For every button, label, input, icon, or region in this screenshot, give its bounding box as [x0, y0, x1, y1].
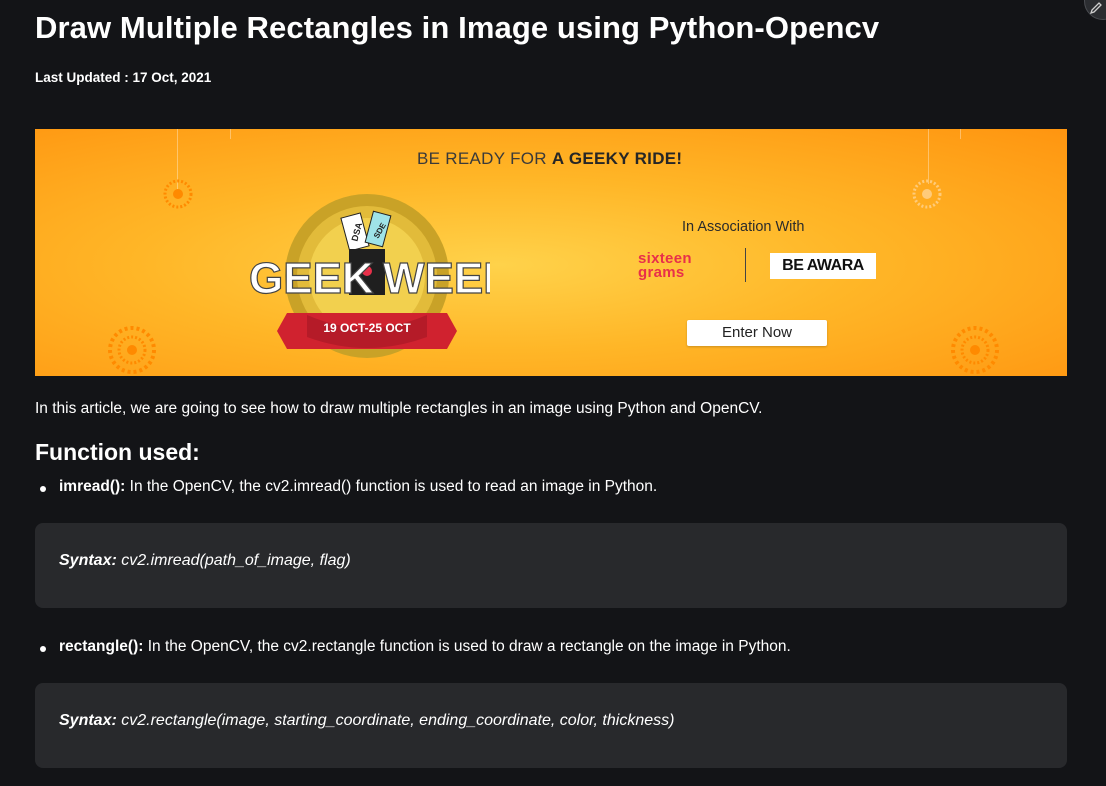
logo-week: WEEK — [383, 254, 490, 303]
flower-decoration-icon — [951, 326, 999, 374]
flower-decoration-icon — [108, 326, 156, 374]
geek-week-banner[interactable]: BE READY FOR A GEEKY RIDE! DSA SDE GEEK … — [35, 129, 1067, 376]
flower-decoration-icon — [163, 179, 193, 209]
edit-button[interactable] — [1084, 0, 1106, 20]
list-item: imread(): In the OpenCV, the cv2.imread(… — [39, 478, 658, 495]
association-text: In Association With — [682, 219, 805, 235]
syntax-line: Syntax: cv2.rectangle(image, starting_co… — [59, 712, 675, 729]
pencil-edit-icon — [1089, 2, 1102, 15]
code-block: Syntax: cv2.imread(path_of_image, flag) — [35, 523, 1067, 608]
syntax-line: Syntax: cv2.imread(path_of_image, flag) — [59, 552, 351, 569]
sponsor-sixteen-grams: sixteen grams — [638, 250, 692, 281]
flower-decoration-icon — [912, 179, 942, 209]
function-name: imread(): — [59, 478, 126, 495]
banner-headline: BE READY FOR A GEEKY RIDE! — [417, 149, 683, 168]
geek-week-logo: DSA SDE GEEK WEEK 19 OCT-25 OCT — [248, 194, 490, 358]
list-item: rectangle(): In the OpenCV, the cv2.rect… — [40, 638, 791, 655]
last-updated: Last Updated : 17 Oct, 2021 — [35, 70, 212, 85]
event-dates: 19 OCT-25 OCT — [323, 321, 411, 335]
intro-paragraph: In this article, we are going to see how… — [35, 400, 763, 417]
sponsor-be-awara: BE AWARA — [770, 253, 876, 279]
article-title: Draw Multiple Rectangles in Image using … — [35, 10, 880, 45]
code-block: Syntax: cv2.rectangle(image, starting_co… — [35, 683, 1067, 768]
enter-now-button[interactable]: Enter Now — [687, 320, 827, 346]
logo-geek: GEEK — [249, 254, 374, 303]
function-name: rectangle(): — [59, 638, 144, 655]
sponsor-divider — [745, 248, 746, 282]
section-heading: Function used: — [35, 439, 200, 465]
